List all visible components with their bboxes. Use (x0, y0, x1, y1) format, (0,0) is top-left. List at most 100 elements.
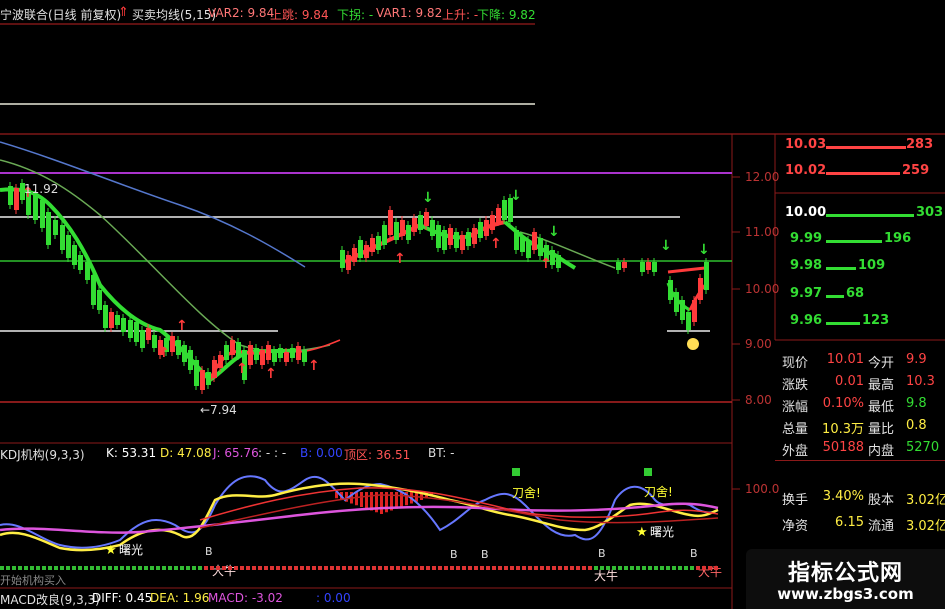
kdj-d-value: D: 47.08 (160, 446, 212, 460)
candle-body (698, 278, 703, 300)
quote-label-low: 最低 (868, 400, 895, 415)
signal-strip-dot (42, 566, 46, 570)
candle-body (121, 318, 126, 332)
candle-body (668, 280, 673, 300)
signal-strip-dot (618, 566, 622, 570)
candle-body (85, 262, 90, 280)
quote-label-high: 最高 (868, 378, 895, 393)
kdj-b-label-4: B (598, 547, 606, 560)
macd-name: MACD改良(9,3,3) (0, 593, 100, 607)
signal-arrow-icon: ↑ (236, 361, 248, 377)
candle-body (382, 225, 387, 245)
quote-value-low: 9.8 (906, 396, 927, 411)
signal-strip-dot (24, 566, 28, 570)
signal-strip-dot (354, 566, 358, 570)
signal-arrow-icon: ↑ (490, 236, 502, 252)
low-price-label: ←7.94 (200, 403, 237, 417)
signal-strip-dot (90, 566, 94, 570)
signal-strip-dot (438, 566, 442, 570)
bid-volume-2: 196 (884, 231, 912, 246)
signal-strip-dot (150, 566, 154, 570)
candle-body (442, 230, 447, 250)
signal-arrow-icon: ↓ (660, 238, 672, 254)
bid-volume-bar-2 (826, 240, 882, 243)
signal-strip-dot (648, 566, 652, 570)
candle-body (182, 345, 187, 362)
signal-strip-dot (384, 566, 388, 570)
candle-body (424, 212, 429, 226)
candle-body (376, 236, 381, 250)
signal-strip-dot (240, 566, 244, 570)
bottom-caption: 开始机构买入 (0, 574, 66, 587)
signal-strip-dot (396, 566, 400, 570)
var1-value: VAR1: 9.82 (376, 6, 443, 20)
signal-strip-dot (390, 566, 394, 570)
signal-strip-dot (210, 566, 214, 570)
signal-strip-dot (576, 566, 580, 570)
signal-strip-dot (426, 566, 430, 570)
candle-body (14, 188, 19, 210)
candle-body (616, 262, 621, 270)
quote-value-vol-ratio: 0.8 (906, 418, 927, 433)
indicator-name: 买卖均线(5,15) (132, 8, 217, 22)
macd-value: MACD: -3.02 (208, 591, 283, 605)
signal-strip-dot (228, 566, 232, 570)
signal-strip-dot (432, 566, 436, 570)
signal-strip-dot (258, 566, 262, 570)
signal-strip-dot (114, 566, 118, 570)
signal-strip-dot (504, 566, 508, 570)
quote-value-pct: 0.10% (822, 396, 864, 411)
signal-strip-dot (12, 566, 16, 570)
ask-volume-bar-2 (826, 172, 900, 175)
stock-title: 宁波联合(日线 前复权) (0, 8, 122, 22)
candle-body (370, 238, 375, 252)
signal-strip-dot (468, 566, 472, 570)
signal-strip-dot (198, 566, 202, 570)
quote-label-outer: 外盘 (782, 444, 809, 459)
quote-label-price: 现价 (782, 356, 809, 371)
quote-value-change: 0.01 (835, 374, 864, 389)
signal-strip-dot (492, 566, 496, 570)
candle-body (8, 186, 13, 205)
signal-strip-dot (108, 566, 112, 570)
signal-strip-dot (36, 566, 40, 570)
kdj-hist-bar (400, 492, 403, 507)
candle-body (146, 328, 151, 340)
signal-strip-dot (252, 566, 256, 570)
signal-strip-dot (672, 566, 676, 570)
candle-body (224, 345, 229, 360)
signal-strip-dot (102, 566, 106, 570)
price-axis-label-9: 9.00 (745, 337, 772, 351)
kdj-b-label-3: B (481, 548, 489, 561)
signal-strip-dot (30, 566, 34, 570)
candle-body (418, 215, 423, 230)
candle-body (358, 240, 363, 258)
signal-strip-dot (282, 566, 286, 570)
signal-strip-dot (18, 566, 22, 570)
candle-body (272, 350, 277, 362)
quote-value-turnover: 3.40% (822, 489, 864, 504)
ask-volume-2: 259 (902, 163, 930, 178)
quote-label-turnover: 换手 (782, 493, 809, 508)
signal-strip-dot (522, 566, 526, 570)
quote-label-vol-ratio: 量比 (868, 422, 895, 437)
ask-price-2: 10.02 (785, 163, 827, 178)
kdj-j-value: J: 65.76 (213, 446, 259, 460)
candle-body (406, 225, 411, 240)
signal-strip-dot (6, 566, 10, 570)
ma-long-line (0, 141, 306, 268)
signal-strip-dot (444, 566, 448, 570)
quote-value-inner: 5270 (906, 440, 940, 455)
signal-strip-dot (66, 566, 70, 570)
down-break-value: 下拐: - (337, 8, 374, 22)
candle-body (115, 315, 120, 325)
candle-body (680, 300, 685, 320)
bid-volume-bar-4 (826, 295, 844, 298)
signal-strip-dot (684, 566, 688, 570)
macd-dea-value: DEA: 1.96 (150, 591, 210, 605)
price-axis-label-11: 11.00 (745, 225, 779, 239)
candle-body (532, 232, 537, 250)
candle-body (248, 345, 253, 365)
signal-strip-dot (636, 566, 640, 570)
price-axis-label-12: 12.00 (745, 170, 779, 184)
